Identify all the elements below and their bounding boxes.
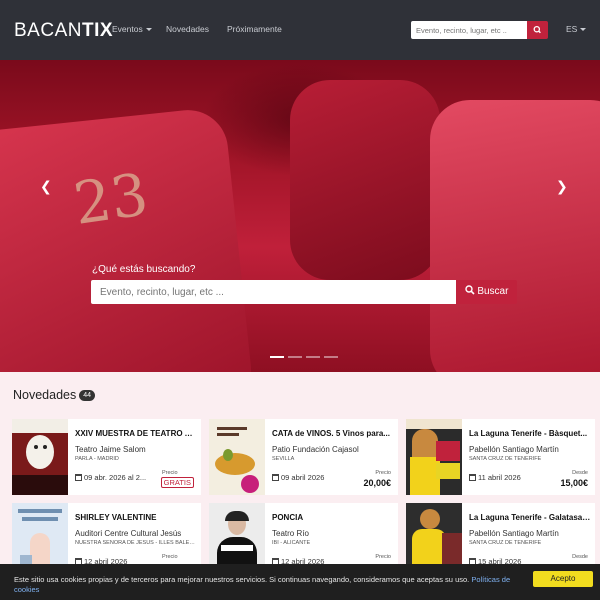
event-title: La Laguna Tenerife - Galatasaray — [469, 513, 591, 522]
price-label: Desde — [572, 470, 588, 476]
count-badge: 44 — [79, 390, 96, 402]
search-icon — [533, 25, 541, 34]
price-label: Precio — [162, 554, 178, 560]
calendar-icon — [469, 474, 476, 481]
price-free-badge: GRATIS — [160, 477, 194, 488]
event-venue: Teatro Jaime Salom — [75, 445, 146, 454]
hero-search-input[interactable] — [91, 280, 457, 304]
carousel-dot[interactable] — [306, 356, 320, 358]
caret-down-icon — [145, 28, 152, 32]
carousel-prev-icon[interactable]: ❮ — [40, 178, 52, 195]
event-venue: Pabellón Santiago Martín — [469, 445, 559, 454]
event-title: XXIV MUESTRA DE TEATRO AFICIONADO — [75, 429, 197, 438]
carousel-indicators — [270, 356, 342, 372]
carousel-dot[interactable] — [324, 356, 338, 358]
event-poster — [406, 419, 462, 495]
event-title: SHIRLEY VALENTINE — [75, 513, 157, 522]
price-label: Precio — [162, 470, 178, 476]
novedades-heading: Novedades 44 — [13, 388, 96, 402]
event-card[interactable]: CATA de VINOS. 5 Vinos para... Patio Fun… — [209, 419, 398, 495]
caret-down-icon — [580, 28, 587, 32]
seat-shape — [290, 80, 440, 280]
event-venue: Auditori Centre Cultural Jesús — [75, 529, 182, 538]
seat-number: 23 — [69, 160, 153, 238]
calendar-icon — [75, 474, 82, 481]
nav-novedades[interactable]: Novedades — [166, 24, 209, 34]
price-label: Precio — [375, 470, 391, 476]
site-logo[interactable]: BACANTIX — [14, 20, 113, 42]
event-city: SANTA CRUZ DE TENERIFE — [469, 540, 542, 546]
event-date: 11 abril 2026 — [469, 473, 549, 482]
nav-search-input[interactable] — [411, 21, 528, 39]
event-card[interactable]: XXIV MUESTRA DE TEATRO AFICIONADO Teatro… — [12, 419, 201, 495]
event-date: 09 abr. 2026 al 2... — [75, 473, 155, 482]
event-title: La Laguna Tenerife - Bàsquet... — [469, 429, 588, 438]
event-price: 20,00€ — [363, 478, 391, 488]
event-venue: Pabellón Santiago Martín — [469, 529, 559, 538]
event-card[interactable]: La Laguna Tenerife - Bàsquet... Pabellón… — [406, 419, 595, 495]
hero-search-label: ¿Qué estás buscando? — [92, 264, 196, 275]
carousel-dot[interactable] — [288, 356, 302, 358]
event-title: CATA de VINOS. 5 Vinos para... — [272, 429, 390, 438]
event-city: SANTA CRUZ DE TENERIFE — [469, 456, 542, 462]
event-title: PONCIA — [272, 513, 304, 522]
event-poster — [209, 419, 265, 495]
event-date: 09 abril 2026 — [272, 473, 352, 482]
nav-eventos-dropdown[interactable]: Eventos — [112, 24, 152, 34]
event-city: IBI - ALICANTE — [272, 540, 311, 546]
event-venue: Patio Fundación Cajasol — [272, 445, 359, 454]
price-label: Precio — [375, 554, 391, 560]
nav-search-button[interactable] — [527, 21, 548, 39]
search-icon — [464, 285, 475, 295]
event-city: PARLA - MADRID — [75, 456, 119, 462]
cookie-notice: Este sitio usa cookies propias y de terc… — [14, 575, 511, 594]
hero-search-button[interactable]: Buscar — [456, 280, 517, 304]
top-navbar: BACANTIX Eventos Novedades Próximamente … — [0, 0, 600, 60]
carousel-next-icon[interactable]: ❯ — [556, 178, 568, 195]
hero-banner: 23 ❮ ❯ ¿Qué estás buscando? Buscar — [0, 60, 600, 372]
accept-cookies-button[interactable]: Acepto — [533, 571, 593, 587]
nav-proximamente[interactable]: Próximamente — [227, 24, 282, 34]
seat-shape — [0, 106, 255, 372]
event-price: 15,00€ — [560, 478, 588, 488]
event-poster — [12, 419, 68, 495]
event-city: NUESTRA SEÑORA DE JESÚS - ILLES BALEARS — [75, 540, 197, 546]
language-selector[interactable]: ES — [566, 24, 587, 34]
event-venue: Teatro Río — [272, 529, 309, 538]
price-label: Desde — [572, 554, 588, 560]
event-city: SEVILLA — [272, 456, 295, 462]
seat-shape — [430, 100, 600, 372]
carousel-dot[interactable] — [270, 356, 284, 358]
calendar-icon — [272, 474, 279, 481]
